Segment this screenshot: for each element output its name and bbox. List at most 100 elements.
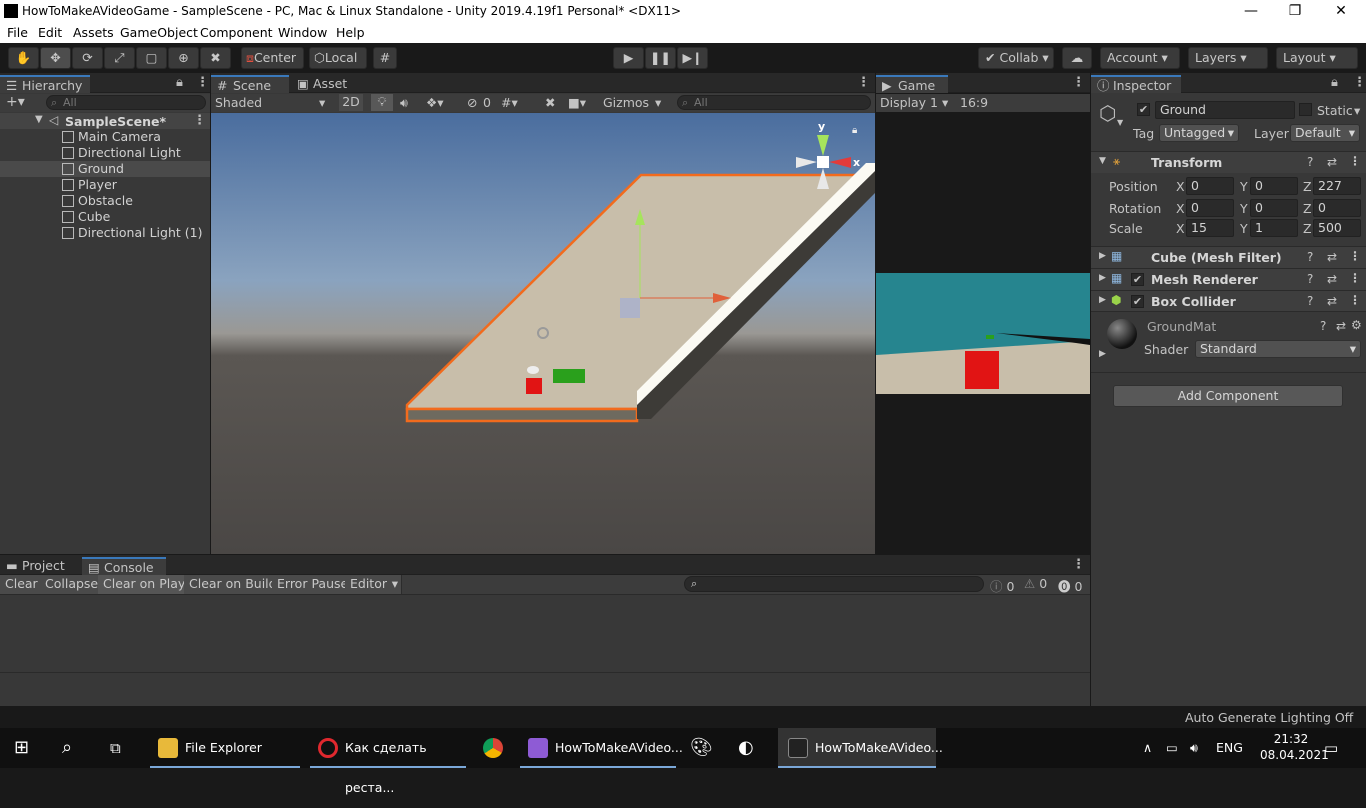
game-viewport[interactable]: [876, 273, 1090, 394]
console-menu-icon[interactable]: ⋮: [1072, 557, 1085, 572]
menu-window[interactable]: Window: [278, 25, 327, 40]
gizmo-lock-icon[interactable]: 🔒︎: [852, 125, 857, 136]
gizmos-dropdown[interactable]: Gizmos: [603, 95, 649, 110]
tray-chevron-up-icon[interactable]: ∧: [1143, 728, 1152, 768]
pause-button[interactable]: ❚❚: [645, 47, 676, 69]
task-view-icon[interactable]: ⧉: [110, 728, 121, 768]
hand-tool-icon[interactable]: ✋: [8, 47, 39, 69]
tag-dropdown[interactable]: Untagged ▾: [1159, 124, 1239, 142]
rotate-tool-icon[interactable]: ⟳: [72, 47, 103, 69]
box-collider-header[interactable]: ▶ ⬢ ✔ Box Collider ? ⇄ ⋮: [1091, 290, 1366, 312]
language-indicator[interactable]: ENG: [1216, 728, 1243, 768]
tab-scene[interactable]: # Scene: [211, 75, 289, 93]
z-plane-handle[interactable]: [620, 298, 640, 318]
maximize-button[interactable]: ❐: [1272, 0, 1318, 23]
preset-icon[interactable]: ⇄: [1336, 319, 1346, 333]
layer-dropdown[interactable]: Default ▾: [1290, 124, 1360, 142]
expand-arrow-icon[interactable]: ▶: [1099, 273, 1106, 283]
static-checkbox[interactable]: [1299, 103, 1312, 116]
hierarchy-item[interactable]: Player: [0, 177, 210, 193]
hierarchy-item[interactable]: Cube: [0, 209, 210, 225]
taskbar-item-opera[interactable]: Как сделать реста...: [310, 728, 466, 795]
scene-menu-icon[interactable]: ⋮: [857, 75, 870, 90]
inspector-menu-icon[interactable]: ⋮: [1353, 75, 1366, 90]
taskbar-item-visual-studio[interactable]: HowToMakeAVideo...: [520, 728, 683, 768]
tab-hierarchy[interactable]: ☰ Hierarchy: [0, 75, 90, 93]
add-component-button[interactable]: Add Component: [1113, 385, 1343, 407]
taskbar-item-file-explorer[interactable]: File Explorer: [150, 728, 300, 768]
lock-icon[interactable]: 🔒︎: [1331, 75, 1338, 90]
icon-chevron-icon[interactable]: ▼: [1117, 118, 1123, 127]
paint3d-icon[interactable]: ◐: [738, 728, 754, 768]
hierarchy-item-selected[interactable]: Ground: [0, 161, 210, 177]
orientation-gizmo-center[interactable]: [817, 156, 829, 168]
taskbar-item-unity[interactable]: HowToMakeAVideo...: [778, 728, 943, 768]
search-icon[interactable]: ⌕: [62, 728, 72, 768]
tab-project[interactable]: ▬ Project: [0, 557, 80, 575]
hierarchy-item[interactable]: Directional Light: [0, 145, 210, 161]
scale-x-field[interactable]: 15: [1186, 219, 1234, 237]
clock-date[interactable]: 08.04.2021: [1260, 748, 1329, 762]
clear-button[interactable]: Clear: [0, 575, 44, 594]
notifications-icon[interactable]: ▭: [1324, 728, 1338, 768]
component-menu-icon[interactable]: ⋮: [1349, 249, 1361, 263]
rect-tool-icon[interactable]: ▢: [136, 47, 167, 69]
help-icon[interactable]: ?: [1307, 272, 1313, 286]
camera-icon[interactable]: ■▾: [568, 95, 586, 110]
mesh-filter-header[interactable]: ▶ ▦ Cube (Mesh Filter) ? ⇄ ⋮: [1091, 246, 1366, 268]
position-x-field[interactable]: 0: [1186, 177, 1234, 195]
grid-toggle-icon[interactable]: #▾: [501, 95, 518, 110]
transform-header[interactable]: ▼ ⚹ Transform ? ⇄ ⋮: [1091, 151, 1366, 173]
component-menu-icon[interactable]: ⋮: [1349, 271, 1361, 285]
scale-z-field[interactable]: 500: [1313, 219, 1361, 237]
enabled-checkbox[interactable]: ✔: [1131, 273, 1144, 286]
transform-tool-icon[interactable]: ⊕: [168, 47, 199, 69]
tab-inspector[interactable]: ⓘ Inspector: [1091, 75, 1181, 93]
hierarchy-menu-icon[interactable]: ⋮: [196, 75, 209, 90]
display-dropdown[interactable]: Display 1: [880, 95, 938, 110]
clear-on-build-button[interactable]: Clear on Build: [184, 575, 283, 594]
preset-icon[interactable]: ⇄: [1327, 155, 1337, 169]
scene-viewport[interactable]: y x 🔒︎: [211, 113, 875, 554]
pivot-center-button[interactable]: ⧈Center: [241, 47, 304, 69]
warning-count-toggle[interactable]: ⚠ 0: [1024, 576, 1047, 591]
volume-icon[interactable]: 🔊︎: [1190, 728, 1198, 768]
move-tool-icon[interactable]: ✥: [40, 47, 71, 69]
tab-asset-store[interactable]: ▣Asset Store: [291, 75, 391, 109]
minimize-button[interactable]: —: [1228, 0, 1274, 23]
hierarchy-item[interactable]: Obstacle: [0, 193, 210, 209]
static-chevron-icon[interactable]: ▾: [1354, 103, 1360, 118]
hierarchy-item[interactable]: Directional Light (1): [0, 225, 210, 241]
expand-arrow-icon[interactable]: ▼: [1099, 156, 1106, 166]
error-pause-button[interactable]: Error Pause: [272, 575, 355, 594]
help-icon[interactable]: ?: [1307, 155, 1313, 169]
play-button[interactable]: ▶: [613, 47, 644, 69]
effects-toggle-icon[interactable]: ❖▾: [426, 95, 443, 110]
collapse-button[interactable]: Collapse: [40, 575, 105, 594]
help-icon[interactable]: ?: [1307, 250, 1313, 264]
menu-assets[interactable]: Assets: [73, 25, 114, 40]
custom-tool-icon[interactable]: ✖: [200, 47, 231, 69]
grid-snap-icon[interactable]: #: [373, 47, 397, 69]
shading-dropdown[interactable]: Shaded: [215, 95, 262, 110]
layout-dropdown[interactable]: Layout ▾: [1276, 47, 1358, 69]
console-search-input[interactable]: ⌕: [684, 576, 984, 592]
menu-gameobject[interactable]: GameObject: [120, 25, 198, 40]
expand-arrow-icon[interactable]: ▶: [1099, 251, 1106, 261]
hidden-objects-icon[interactable]: ⊘: [467, 95, 477, 110]
menu-edit[interactable]: Edit: [38, 25, 62, 40]
create-plus-icon[interactable]: +▾: [6, 94, 25, 110]
shader-dropdown[interactable]: Standard ▾: [1195, 340, 1361, 358]
tools-icon[interactable]: ✖: [545, 95, 555, 110]
enabled-checkbox[interactable]: ✔: [1131, 295, 1144, 308]
layers-dropdown[interactable]: Layers ▾: [1188, 47, 1268, 69]
object-name-field[interactable]: Ground: [1155, 101, 1295, 119]
audio-toggle-icon[interactable]: 🔊︎: [400, 95, 408, 111]
settings-gear-icon[interactable]: ⚙: [1351, 318, 1362, 332]
error-count-toggle[interactable]: ⓿ 0: [1058, 576, 1082, 595]
network-icon[interactable]: ▭: [1166, 728, 1178, 768]
help-icon[interactable]: ?: [1307, 294, 1313, 308]
lock-icon[interactable]: 🔒︎: [176, 75, 183, 90]
collapse-arrow-icon[interactable]: ▼: [35, 114, 43, 125]
account-dropdown[interactable]: Account ▾: [1100, 47, 1180, 69]
